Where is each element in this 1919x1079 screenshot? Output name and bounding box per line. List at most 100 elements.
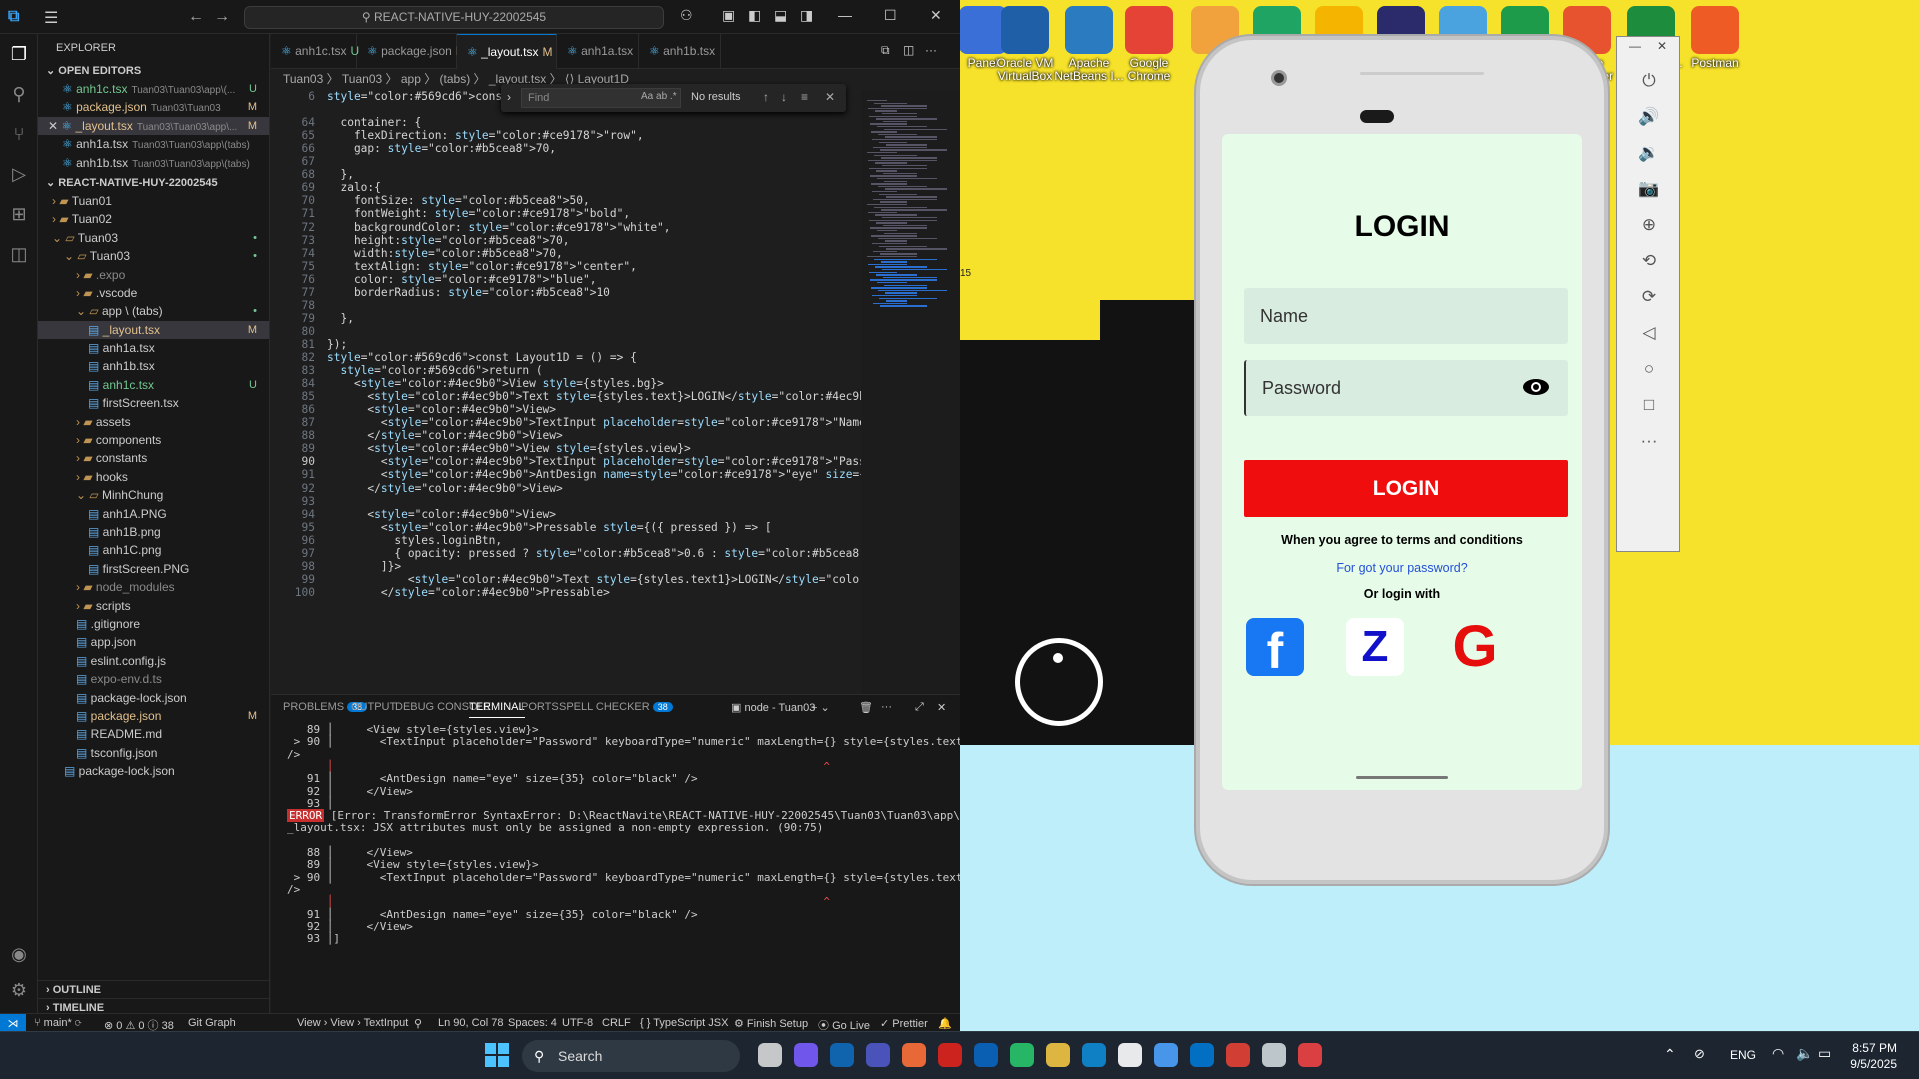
cursor-position-status[interactable]: Ln 90, Col 78 xyxy=(438,1017,503,1029)
folder-item[interactable]: ⌄ ▱ app \ (tabs) • xyxy=(38,302,269,320)
copilot-icon[interactable] xyxy=(794,1043,818,1067)
eol-status[interactable]: CRLF xyxy=(602,1017,631,1029)
app-icon[interactable] xyxy=(974,1043,998,1067)
start-icon[interactable] xyxy=(482,1040,512,1070)
open-editor-item[interactable]: ⚛ package.json Tuan03\Tuan03 M xyxy=(38,98,269,116)
editor-tab[interactable]: ⚛ anh1b.tsx xyxy=(639,34,721,69)
zoom-icon[interactable]: ⊕ xyxy=(1637,213,1661,237)
home-icon[interactable]: ○ xyxy=(1637,357,1661,381)
notifications-icon[interactable]: 🔔 xyxy=(938,1017,952,1030)
file-item[interactable]: ▤ anh1c.tsx U xyxy=(38,376,269,394)
minimize-icon[interactable]: — xyxy=(838,7,852,23)
wifi-icon[interactable]: ◠ xyxy=(1772,1045,1784,1062)
folder-item[interactable]: ⌄ ▱ Tuan03 • xyxy=(38,247,269,265)
folder-item[interactable]: › ▰ assets xyxy=(38,413,269,431)
toggle-sidebar-icon[interactable]: ◧ xyxy=(748,7,761,24)
close-icon[interactable]: ✕ xyxy=(930,7,942,24)
panel-tab[interactable]: OUTPUT xyxy=(351,701,396,713)
editor-tab[interactable]: ⚛ _layout.tsx M xyxy=(457,34,557,69)
close-icon[interactable]: ✕ xyxy=(1657,39,1667,53)
name-input[interactable]: Name xyxy=(1244,288,1568,344)
prev-match-icon[interactable]: ↑ xyxy=(763,90,769,104)
editor-tab[interactable]: ⚛ anh1c.tsx U xyxy=(271,34,359,69)
toggle-panel-icon[interactable]: ⬓ xyxy=(774,7,787,24)
editor-tab[interactable]: ⚛ package.jsonM xyxy=(357,34,466,69)
file-item[interactable]: ▤ _layout.tsx M xyxy=(38,320,269,340)
battery-icon[interactable]: ▭ xyxy=(1818,1045,1831,1062)
task-view-icon[interactable] xyxy=(758,1043,782,1067)
folder-item[interactable]: › ▰ constants xyxy=(38,449,269,467)
toggle-secondary-sidebar-icon[interactable]: ◨ xyxy=(800,7,813,24)
command-center-search[interactable]: ⚲ REACT-NATIVE-HUY-22002545 xyxy=(244,6,664,29)
folder-item[interactable]: › ▰ node_modules xyxy=(38,578,269,596)
language-status[interactable]: { } TypeScript JSX xyxy=(640,1017,728,1029)
terminal-output[interactable]: 89 │ <View style={styles.view}> > 90 │ <… xyxy=(287,723,960,1013)
settings-gear-icon[interactable]: ⚙ xyxy=(8,980,30,1002)
close-find-icon[interactable]: ✕ xyxy=(825,90,835,104)
search-icon[interactable]: ⚲ xyxy=(8,84,30,106)
minimap[interactable] xyxy=(861,90,960,694)
overview-icon[interactable]: □ xyxy=(1637,393,1661,417)
home-indicator[interactable] xyxy=(1356,776,1448,779)
maximize-icon[interactable]: ☐ xyxy=(884,7,897,24)
folder-item[interactable]: › ▰ components xyxy=(38,431,269,449)
app-icon[interactable] xyxy=(1262,1043,1286,1067)
code-editor[interactable]: 6style="color:#569cd6">const styles = St… xyxy=(271,90,861,694)
file-item[interactable]: ▤ package-lock.json xyxy=(38,689,269,707)
file-item[interactable]: ▤ anh1A.PNG xyxy=(38,505,269,523)
copilot-icon[interactable]: ⚇ xyxy=(680,7,693,24)
forgot-password-link[interactable]: For got your password? xyxy=(1222,561,1582,575)
editor-tab[interactable]: ⚛ anh1a.tsx xyxy=(557,34,639,69)
file-item[interactable]: ▤ package.json M xyxy=(38,707,269,725)
firefox-icon[interactable] xyxy=(902,1043,926,1067)
minimize-icon[interactable]: — xyxy=(1629,39,1641,53)
expand-replace-icon[interactable]: › xyxy=(507,90,511,104)
file-item[interactable]: ▤ anh1B.png xyxy=(38,523,269,541)
folder-item[interactable]: › ▰ scripts xyxy=(38,597,269,615)
file-item[interactable]: ▤ eslint.config.js xyxy=(38,652,269,670)
volume-down-icon[interactable]: 🔉 xyxy=(1637,141,1661,165)
file-item[interactable]: ▤ anh1a.tsx xyxy=(38,339,269,357)
terminal-instance[interactable]: ▣ node - Tuan03 xyxy=(731,701,815,714)
rotate-right-icon[interactable]: ⟳ xyxy=(1637,285,1661,309)
desktop-icon[interactable]: Postman xyxy=(1680,6,1750,70)
power-icon[interactable]: ⏻ xyxy=(1637,69,1661,93)
file-item[interactable]: ▤ anh1C.png xyxy=(38,541,269,559)
folder-item[interactable]: › ▰ Tuan01 xyxy=(38,192,269,210)
compare-icon[interactable]: ◫ xyxy=(903,43,914,57)
edge-icon[interactable] xyxy=(1082,1043,1106,1067)
taskbar-search[interactable]: ⚲ Search xyxy=(522,1040,740,1072)
opera-icon[interactable] xyxy=(938,1043,962,1067)
file-item[interactable]: ▤ package-lock.json xyxy=(38,762,269,780)
rotate-left-icon[interactable]: ⟲ xyxy=(1637,249,1661,273)
file-item[interactable]: ▤ README.md xyxy=(38,725,269,743)
file-item[interactable]: ▤ .gitignore xyxy=(38,615,269,633)
store-icon[interactable] xyxy=(830,1043,854,1067)
layout-icon[interactable]: ▣ xyxy=(722,7,735,24)
login-button[interactable]: LOGIN xyxy=(1244,460,1568,517)
prettier-status[interactable]: ✓ Prettier xyxy=(880,1017,928,1030)
language-indicator[interactable]: ENG xyxy=(1730,1048,1756,1062)
next-match-icon[interactable]: ↓ xyxy=(781,90,787,104)
file-item[interactable]: ▤ firstScreen.tsx xyxy=(38,394,269,412)
chrome-icon[interactable] xyxy=(1226,1043,1250,1067)
vscode-icon[interactable] xyxy=(1190,1043,1214,1067)
panel-tab[interactable]: SPELL CHECKER 38 xyxy=(559,701,673,713)
camera-icon[interactable]: 📷 xyxy=(1637,177,1661,201)
intellij-icon[interactable] xyxy=(1118,1043,1142,1067)
google-icon[interactable]: G xyxy=(1446,618,1504,676)
back-icon[interactable]: ◁ xyxy=(1637,321,1661,345)
desktop-icon[interactable]: Google Chrome xyxy=(1114,6,1184,83)
facebook-icon[interactable]: f xyxy=(1246,618,1304,679)
remote-explorer-icon[interactable]: ◫ xyxy=(8,244,30,266)
open-editor-item[interactable]: ⚛ anh1a.tsx Tuan03\Tuan03\app\(tabs) xyxy=(38,135,269,153)
folder-item[interactable]: › ▰ .vscode xyxy=(38,284,269,302)
app-icon[interactable] xyxy=(1010,1043,1034,1067)
account-icon[interactable]: ◉ xyxy=(8,944,30,966)
find-in-selection-icon[interactable]: ≡ xyxy=(801,90,808,104)
desktop-icon[interactable]: Oracle VM VirtualBox xyxy=(990,6,1060,83)
network-off-icon[interactable]: ⊘ xyxy=(1694,1046,1705,1062)
source-control-icon[interactable]: ⑂ xyxy=(8,124,30,146)
app-icon[interactable] xyxy=(1154,1043,1178,1067)
volume-icon[interactable]: 🔈 xyxy=(1796,1045,1813,1062)
